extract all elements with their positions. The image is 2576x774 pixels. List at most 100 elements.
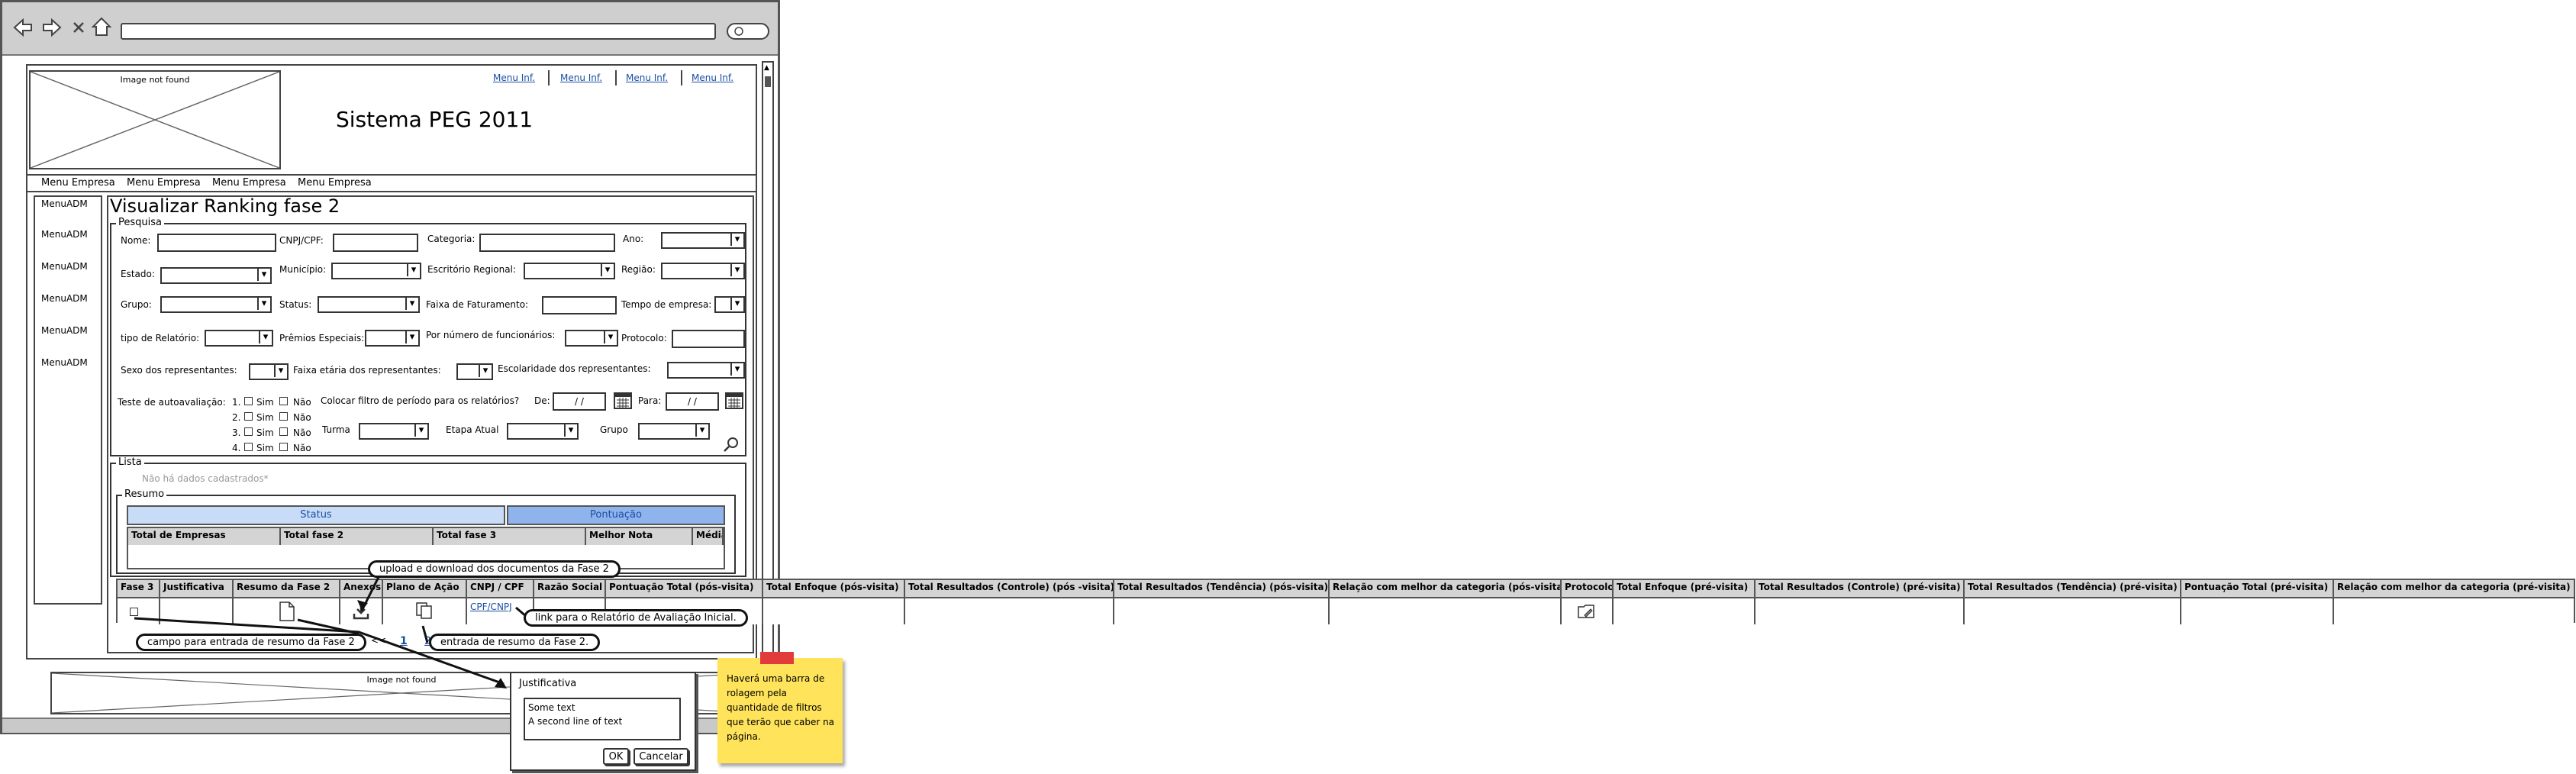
page-title: Visualizar Ranking fase 2 (110, 195, 340, 217)
estado-label: Estado: (121, 269, 155, 279)
para-calendar-button[interactable] (725, 391, 743, 409)
status-select[interactable] (318, 296, 420, 313)
pagination-prev[interactable]: << (371, 635, 386, 646)
para-label: Para: (638, 395, 662, 406)
callout-link-relatorio: link para o Relatório de Avaliação Inici… (524, 609, 748, 627)
stop-button[interactable] (70, 17, 87, 38)
scrollbar-thumb[interactable] (765, 76, 771, 87)
table-header: Total Enfoque (pré-visita) (1614, 580, 1755, 597)
fase3-checkbox[interactable] (130, 608, 138, 616)
status-tab[interactable]: Status (127, 505, 505, 525)
scrollbar-up-arrow[interactable]: ▲ (764, 64, 772, 73)
table-cell-protocolo (1562, 597, 1614, 624)
regiao-label: Região: (621, 264, 656, 275)
nao-checkbox[interactable] (279, 412, 288, 421)
top-link-3[interactable]: Menu Inf. (626, 73, 668, 83)
dialog-title: Justificativa (519, 678, 577, 689)
de-calendar-button[interactable] (614, 391, 632, 409)
sim-checkbox[interactable] (244, 443, 253, 451)
table-cell (905, 597, 1114, 624)
cnpj-input[interactable] (333, 234, 418, 252)
sidebar-item-menuadm[interactable]: MenuADM (41, 261, 88, 272)
grupo-select[interactable] (160, 296, 272, 313)
table-header: Total Resultados (Tendência) (pós-visita… (1114, 580, 1330, 597)
table-header: Plano de Ação (383, 580, 467, 597)
top-link-4[interactable]: Menu Inf. (692, 73, 733, 83)
document-icon[interactable] (279, 601, 295, 621)
faixa-etaria-select[interactable] (456, 363, 493, 380)
etapa-atual-select[interactable] (507, 423, 579, 440)
ano-select[interactable] (661, 232, 745, 249)
search-button[interactable] (722, 435, 740, 453)
resumo-col-header: Total de Empresas (128, 528, 281, 545)
menu-empresa-4[interactable]: Menu Empresa (298, 177, 372, 189)
address-bar[interactable] (121, 23, 716, 40)
categoria-input[interactable] (479, 234, 615, 252)
para-date-input[interactable]: / / (666, 392, 719, 411)
forward-button[interactable] (41, 17, 63, 38)
justificativa-textarea[interactable]: Some text A second line of text (524, 698, 681, 740)
nao-checkbox[interactable] (279, 443, 288, 451)
copy-document-icon[interactable] (415, 601, 434, 620)
cancel-button[interactable]: Cancelar (634, 748, 688, 765)
table-header: Total Resultados (Controle) (pós -visita… (905, 580, 1114, 597)
num-funcionarios-select[interactable] (565, 330, 618, 347)
pagination-page-1[interactable]: 1 (400, 635, 408, 647)
ok-button[interactable]: OK (603, 748, 629, 765)
tipo-relatorio-select[interactable] (205, 330, 273, 347)
premios-select[interactable] (365, 330, 420, 347)
table-header: Razão Social (534, 580, 606, 597)
sim-label: Sim (256, 443, 274, 453)
sidebar-item-menuadm[interactable]: MenuADM (41, 198, 88, 209)
grupo2-select[interactable] (638, 423, 710, 440)
cnpj-link[interactable]: CPF/CNPJ (470, 601, 512, 612)
escolaridade-select[interactable] (667, 362, 745, 379)
turma-select[interactable] (359, 423, 429, 440)
faixa-faturamento-input[interactable] (542, 296, 617, 314)
regiao-select[interactable] (661, 263, 745, 279)
sidebar-item-menuadm[interactable]: MenuADM (41, 229, 88, 240)
nao-checkbox[interactable] (279, 427, 288, 436)
nao-checkbox[interactable] (279, 397, 288, 405)
download-icon[interactable] (353, 603, 369, 620)
sidebar-item-menuadm[interactable]: MenuADM (41, 293, 88, 304)
folder-edit-icon[interactable] (1577, 603, 1597, 620)
faixa-faturamento-label: Faixa de Faturamento: (426, 299, 529, 310)
sim-checkbox[interactable] (244, 412, 253, 421)
menu-empresa-2[interactable]: Menu Empresa (127, 177, 201, 189)
top-link-1[interactable]: Menu Inf. (493, 73, 535, 83)
table-header: Total Enfoque (pós-visita) (763, 580, 905, 597)
tempo-empresa-select[interactable] (714, 296, 745, 313)
table-header: Pontuação Total (pós-visita) (606, 580, 763, 597)
table-header: Anexos (340, 580, 383, 597)
sim-checkbox[interactable] (244, 427, 253, 436)
resumo-col-header: Média Geral (693, 528, 724, 545)
calendar-icon (725, 392, 743, 409)
home-button[interactable] (90, 15, 113, 38)
top-link-2[interactable]: Menu Inf. (560, 73, 602, 83)
estado-select[interactable] (160, 267, 272, 284)
escritorio-select[interactable] (524, 263, 615, 279)
browser-search[interactable] (727, 23, 769, 40)
de-label: De: (534, 395, 550, 406)
callout-campo-resumo: campo para entrada de resumo da Fase 2 (136, 634, 366, 651)
sidebar-item-menuadm[interactable]: MenuADM (41, 325, 88, 336)
pontuacao-tab[interactable]: Pontuação (507, 505, 725, 525)
protocolo-input[interactable] (672, 330, 745, 348)
back-button[interactable] (12, 17, 34, 38)
table-cell (1965, 597, 2181, 624)
municipio-select[interactable] (331, 263, 421, 279)
arrow-right-icon (43, 18, 62, 37)
table-cell-plano-acao (383, 597, 467, 624)
nao-label: Não (293, 397, 311, 408)
menu-empresa-1[interactable]: Menu Empresa (41, 177, 115, 189)
menu-empresa-3[interactable]: Menu Empresa (212, 177, 286, 189)
sexo-select[interactable] (249, 363, 289, 380)
table-cell (763, 597, 905, 624)
sim-checkbox[interactable] (244, 397, 253, 405)
status-tab-label: Status (300, 509, 332, 521)
nome-input[interactable] (157, 234, 276, 252)
de-date-input[interactable]: / / (553, 392, 606, 411)
sim-label: Sim (256, 427, 274, 438)
sidebar-item-menuadm[interactable]: MenuADM (41, 357, 88, 368)
